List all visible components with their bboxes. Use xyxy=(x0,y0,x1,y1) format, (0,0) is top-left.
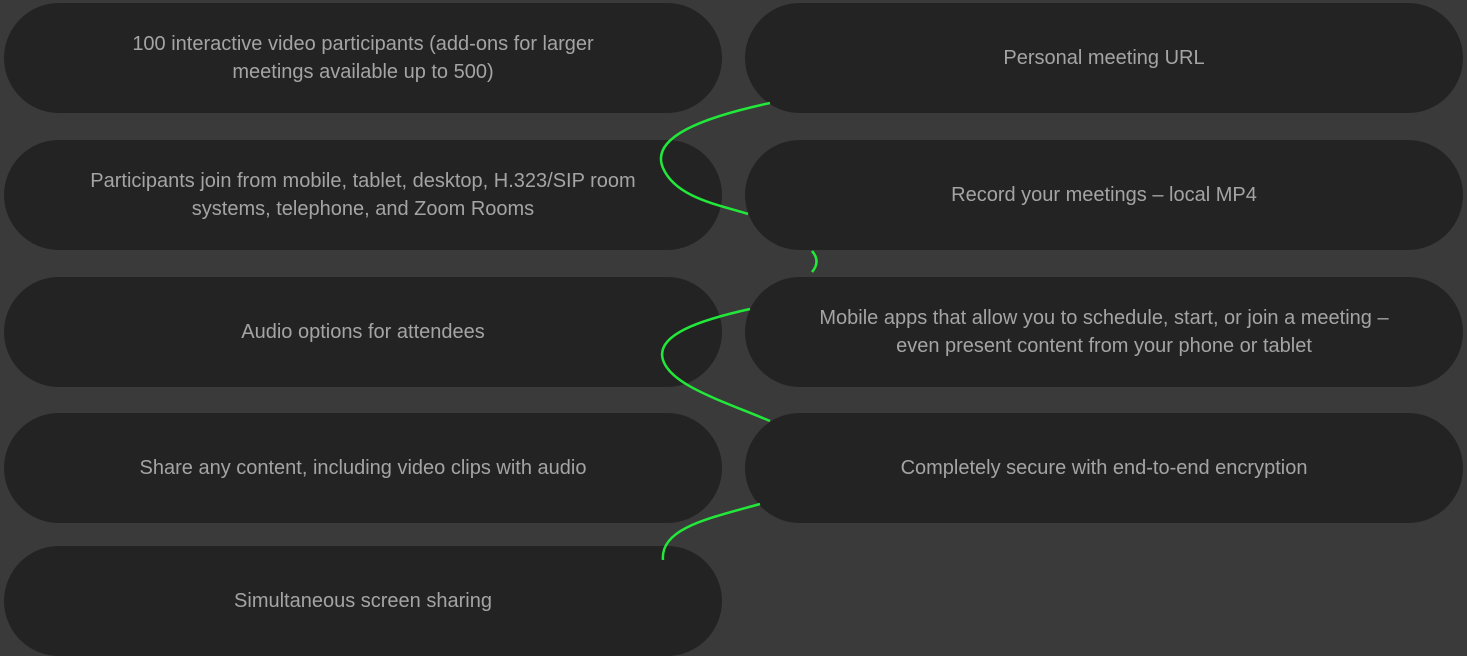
feature-label: Record your meetings – local MP4 xyxy=(951,184,1257,206)
feature-pill-screen-sharing: Simultaneous screen sharing xyxy=(4,546,722,656)
feature-label: 100 interactive video participants (add-… xyxy=(132,33,594,83)
connector-2 xyxy=(811,250,818,273)
feature-pill-record-meetings: Record your meetings – local MP4 xyxy=(745,140,1463,250)
feature-pill-mobile-apps: Mobile apps that allow you to schedule, … xyxy=(745,277,1463,387)
feature-pill-join-devices: Participants join from mobile, tablet, d… xyxy=(4,140,722,250)
feature-label: Completely secure with end-to-end encryp… xyxy=(900,457,1308,479)
feature-pill-personal-url: Personal meeting URL xyxy=(745,3,1463,113)
feature-label: Simultaneous screen sharing xyxy=(234,590,492,612)
feature-label: Participants join from mobile, tablet, d… xyxy=(90,170,636,220)
feature-label: Mobile apps that allow you to schedule, … xyxy=(819,307,1389,357)
feature-pill-secure-encryption: Completely secure with end-to-end encryp… xyxy=(745,413,1463,523)
feature-pill-share-content: Share any content, including video clips… xyxy=(4,413,722,523)
feature-pill-video-participants: 100 interactive video participants (add-… xyxy=(4,3,722,113)
feature-label: Audio options for attendees xyxy=(241,321,485,343)
feature-pill-audio-options: Audio options for attendees xyxy=(4,277,722,387)
feature-label: Personal meeting URL xyxy=(1003,47,1205,69)
feature-label: Share any content, including video clips… xyxy=(139,457,587,479)
